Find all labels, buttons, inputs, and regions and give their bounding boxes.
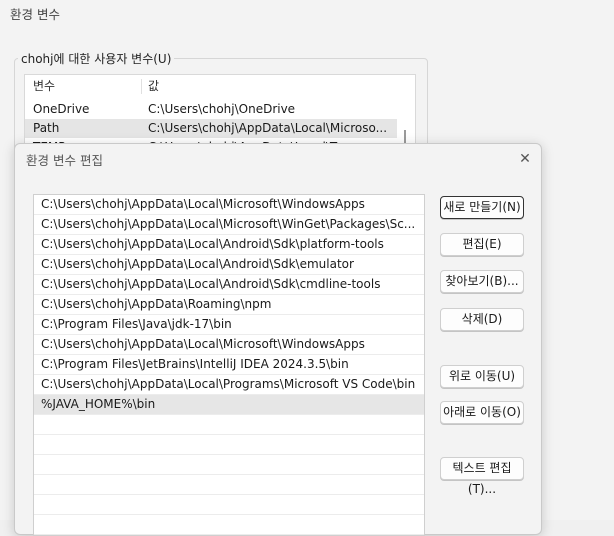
list-header: 변수 값 xyxy=(25,77,397,96)
dialog-title: 환경 변수 편집 xyxy=(26,153,103,168)
list-item[interactable]: C:\Users\chohj\AppData\Local\Android\Sdk… xyxy=(34,255,424,275)
list-item[interactable]: C:\Users\chohj\AppData\Local\Android\Sdk… xyxy=(34,275,424,295)
column-header-variable[interactable]: 변수 xyxy=(33,77,55,96)
list-item[interactable]: Path C:\Users\chohj\AppData\Local\Micros… xyxy=(25,119,397,138)
list-scrollbar[interactable] xyxy=(404,130,406,144)
user-variables-list[interactable]: 변수 값 OneDrive C:\Users\chohj\OneDrive Pa… xyxy=(24,74,416,148)
variable-value: C:\Users\chohj\AppData\Local\Microso... xyxy=(148,121,388,135)
column-header-value[interactable]: 값 xyxy=(148,77,159,96)
empty-row[interactable] xyxy=(34,435,424,455)
list-item[interactable]: C:\Users\chohj\AppData\Local\Microsoft\W… xyxy=(34,335,424,355)
variable-name: OneDrive xyxy=(33,102,90,116)
empty-row[interactable] xyxy=(34,415,424,435)
empty-row[interactable] xyxy=(34,455,424,475)
close-icon: ✕ xyxy=(519,151,531,167)
column-separator xyxy=(141,79,142,94)
delete-button[interactable]: 삭제(D) xyxy=(440,308,524,331)
browse-button[interactable]: 찾아보기(B)... xyxy=(440,270,524,293)
list-item[interactable]: OneDrive C:\Users\chohj\OneDrive xyxy=(25,100,397,119)
close-button[interactable]: ✕ xyxy=(513,147,537,171)
list-item[interactable]: C:\Users\chohj\AppData\Local\Microsoft\W… xyxy=(34,215,424,235)
empty-row[interactable] xyxy=(34,495,424,515)
empty-row[interactable] xyxy=(34,475,424,495)
variable-name: Path xyxy=(33,121,60,135)
move-up-button[interactable]: 위로 이동(U) xyxy=(440,365,524,388)
window-title: 환경 변수 xyxy=(10,7,60,22)
list-item[interactable]: C:\Users\chohj\AppData\Roaming\npm xyxy=(34,295,424,315)
edit-button[interactable]: 편집(E) xyxy=(440,233,524,256)
edit-environment-variable-dialog: 환경 변수 편집 ✕ C:\Users\chohj\AppData\Local\… xyxy=(14,143,542,536)
edit-text-button[interactable]: 텍스트 편집(T)... xyxy=(440,457,524,496)
variable-value: C:\Users\chohj\OneDrive xyxy=(148,102,296,116)
list-item[interactable]: C:\Users\chohj\AppData\Local\Microsoft\W… xyxy=(34,195,424,215)
list-item[interactable]: C:\Program Files\Java\jdk-17\bin xyxy=(34,315,424,335)
list-item[interactable]: C:\Program Files\JetBrains\IntelliJ IDEA… xyxy=(34,355,424,375)
list-item-selected[interactable]: %JAVA_HOME%\bin xyxy=(34,395,424,415)
list-item[interactable]: C:\Users\chohj\AppData\Local\Android\Sdk… xyxy=(34,235,424,255)
empty-row[interactable] xyxy=(34,515,424,535)
path-list[interactable]: C:\Users\chohj\AppData\Local\Microsoft\W… xyxy=(33,194,425,536)
user-variables-group-label: chohj에 대한 사용자 변수(U) xyxy=(18,50,175,67)
move-down-button[interactable]: 아래로 이동(O) xyxy=(440,401,524,424)
new-button[interactable]: 새로 만들기(N) xyxy=(440,196,524,219)
list-item[interactable]: C:\Users\chohj\AppData\Local\Programs\Mi… xyxy=(34,375,424,395)
